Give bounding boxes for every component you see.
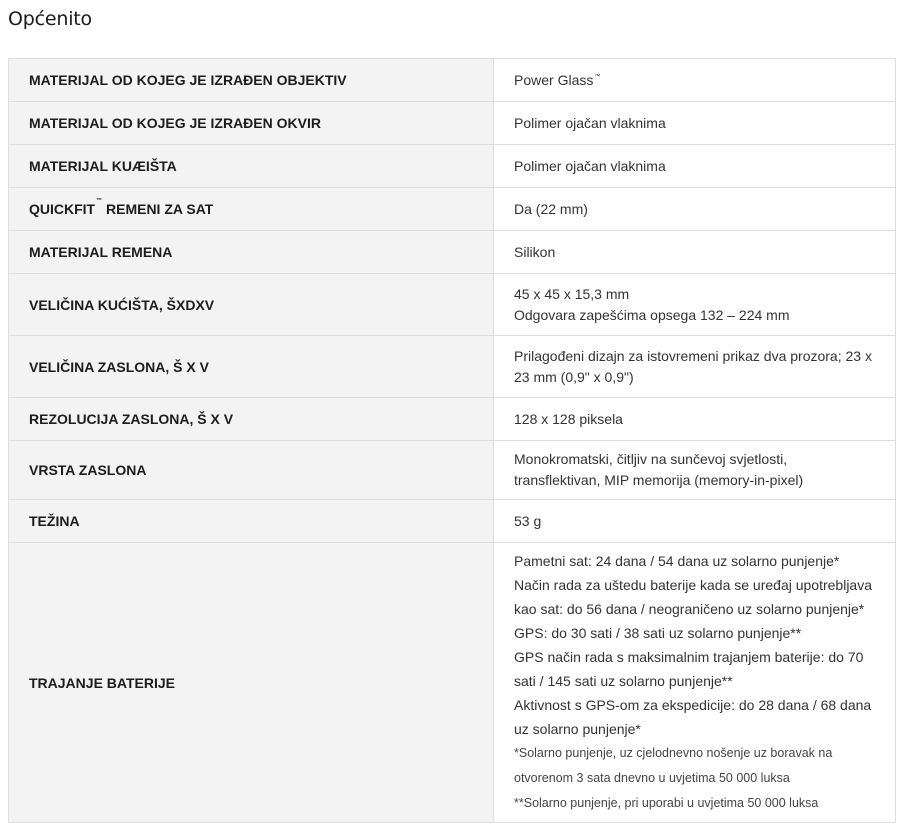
table-row: MATERIJAL OD KOJEG JE IZRAĐEN OKVIR Poli…: [8, 101, 896, 145]
spec-value: Da (22 mm): [493, 187, 896, 231]
spec-value: Monokromatski, čitljiv na sunčevoj svjet…: [493, 440, 896, 500]
spec-label: MATERIJAL REMENA: [8, 230, 494, 274]
spec-label: MATERIJAL OD KOJEG JE IZRAĐEN OKVIR: [8, 101, 494, 145]
spec-value: 53 g: [493, 499, 896, 543]
table-row: VRSTA ZASLONA Monokromatski, čitljiv na …: [8, 440, 896, 500]
spec-value-line: Pametni sat: 24 dana / 54 dana uz solarn…: [514, 553, 840, 569]
table-row: MATERIJAL KUÆIŠTA Polimer ojačan vlaknim…: [8, 144, 896, 188]
spec-label: MATERIJAL KUÆIŠTA: [8, 144, 494, 188]
spec-value-line: Odgovara zapešćima opsega 132 – 224 mm: [514, 306, 790, 323]
spec-label: TEŽINA: [8, 499, 494, 543]
spec-value: Pametni sat: 24 dana / 54 dana uz solarn…: [493, 542, 896, 823]
spec-label-text: REMENI ZA SAT: [102, 201, 214, 217]
table-row: REZOLUCIJA ZASLONA, Š X V 128 x 128 piks…: [8, 397, 896, 441]
table-row: MATERIJAL OD KOJEG JE IZRAĐEN OBJEKTIV P…: [8, 58, 896, 102]
specs-table: MATERIJAL OD KOJEG JE IZRAĐEN OBJEKTIV P…: [8, 58, 896, 823]
table-row: MATERIJAL REMENA Silikon: [8, 230, 896, 274]
section-title: Općenito: [8, 8, 92, 30]
table-row: TRAJANJE BATERIJE Pametni sat: 24 dana /…: [8, 542, 896, 823]
spec-label: MATERIJAL OD KOJEG JE IZRAĐEN OBJEKTIV: [8, 58, 494, 102]
spec-value-line: Način rada za uštedu baterije kada se ur…: [514, 577, 873, 617]
spec-label: QUICKFIT™ REMENI ZA SAT: [8, 187, 494, 231]
spec-value: Power Glass™: [493, 58, 896, 102]
spec-value: 45 x 45 x 15,3 mm Odgovara zapešćima ops…: [493, 273, 896, 336]
table-row: VELIČINA KUĆIŠTA, ŠXDXV 45 x 45 x 15,3 m…: [8, 273, 896, 336]
spec-label: VELIČINA KUĆIŠTA, ŠXDXV: [8, 273, 494, 336]
spec-value-line: 45 x 45 x 15,3 mm: [514, 285, 630, 302]
spec-value-line: GPS: do 30 sati / 38 sati uz solarno pun…: [514, 625, 802, 641]
spec-label: VRSTA ZASLONA: [8, 440, 494, 500]
spec-value: Polimer ojačan vlaknima: [493, 144, 896, 188]
spec-label: VELIČINA ZASLONA, Š X V: [8, 335, 494, 398]
table-row: QUICKFIT™ REMENI ZA SAT Da (22 mm): [8, 187, 896, 231]
spec-label: TRAJANJE BATERIJE: [8, 542, 494, 823]
spec-value: 128 x 128 piksela: [493, 397, 896, 441]
table-row: TEŽINA 53 g: [8, 499, 896, 543]
spec-label: REZOLUCIJA ZASLONA, Š X V: [8, 397, 494, 441]
footnote: **Solarno punjenje, pri uporabi u uvjeti…: [514, 796, 819, 810]
spec-label-text: QUICKFIT: [29, 201, 96, 217]
table-row: VELIČINA ZASLONA, Š X V Prilagođeni diza…: [8, 335, 896, 398]
trademark-symbol: ™: [594, 73, 601, 80]
spec-value: Prilagođeni dizajn za istovremeni prikaz…: [493, 335, 896, 398]
spec-value: Polimer ojačan vlaknima: [493, 101, 896, 145]
footnote: *Solarno punjenje, uz cjelodnevno nošenj…: [514, 746, 833, 785]
spec-value-line: GPS način rada s maksimalnim trajanjem b…: [514, 649, 864, 689]
trademark-symbol: ™: [96, 198, 103, 204]
spec-value: Silikon: [493, 230, 896, 274]
spec-value-text: Power Glass: [514, 71, 594, 88]
spec-value-line: Aktivnost s GPS-om za ekspedicije: do 28…: [514, 697, 872, 737]
